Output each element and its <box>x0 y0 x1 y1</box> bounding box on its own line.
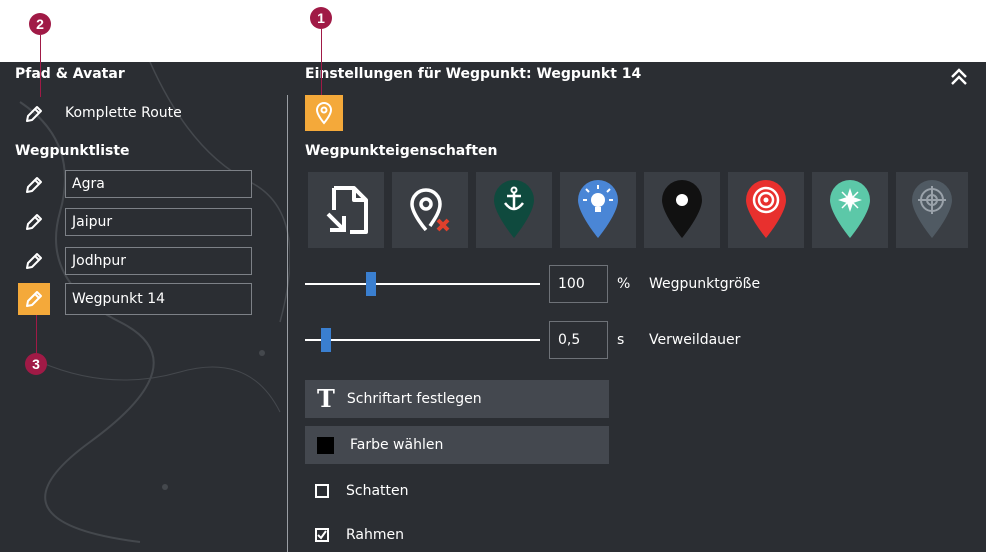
pencil-icon <box>26 291 42 307</box>
annotation-marker-1: 1 <box>310 7 332 29</box>
waypoint-settings-panel: Pfad & Avatar Komplette Route Wegpunktli… <box>0 62 986 552</box>
edit-route-button[interactable] <box>21 101 47 127</box>
dot-marker-button[interactable] <box>644 172 720 248</box>
frame-label: Rahmen <box>346 527 404 543</box>
crosshair-marker-button[interactable] <box>896 172 968 248</box>
dot-pin-icon <box>662 180 702 238</box>
anchor-pin-icon <box>494 180 534 238</box>
duration-slider-track[interactable] <box>305 339 540 341</box>
remove-marker-icon <box>410 188 450 232</box>
target-marker-button[interactable] <box>728 172 804 248</box>
marker-1-line <box>321 29 322 95</box>
set-font-button[interactable]: T Schriftart festlegen <box>305 380 609 418</box>
location-pin-icon <box>315 102 333 125</box>
complete-route-label[interactable]: Komplette Route <box>65 105 182 121</box>
frame-checkbox[interactable] <box>315 528 329 542</box>
remove-marker-button[interactable] <box>392 172 468 248</box>
size-label: Wegpunktgröße <box>649 276 761 292</box>
lightbulb-pin-icon <box>578 180 618 238</box>
compass-pin-icon <box>830 180 870 238</box>
duration-label: Verweildauer <box>649 332 741 348</box>
pencil-icon <box>26 214 42 230</box>
import-marker-button[interactable] <box>308 172 384 248</box>
pencil-icon <box>26 106 42 122</box>
edit-waypoint-agra-button[interactable] <box>21 172 47 198</box>
choose-color-button[interactable]: Farbe wählen <box>305 426 609 464</box>
size-value-field[interactable]: 100 <box>549 265 608 303</box>
path-avatar-title: Pfad & Avatar <box>15 66 125 82</box>
waypoint-list-title: Wegpunktliste <box>15 143 130 159</box>
set-font-label: Schriftart festlegen <box>346 391 482 407</box>
waypoint-name-field[interactable]: Jodhpur <box>65 247 252 275</box>
shadow-label: Schatten <box>346 483 409 499</box>
waypoint-properties-title: Wegpunkteigenschaften <box>305 143 498 159</box>
anchor-marker-button[interactable] <box>476 172 552 248</box>
panel-divider <box>287 95 288 552</box>
edit-waypoint-14-button[interactable] <box>18 283 50 315</box>
duration-value-field[interactable]: 0,5 <box>549 321 608 359</box>
checkmark-icon <box>317 530 327 540</box>
color-swatch <box>317 436 334 454</box>
import-file-icon <box>326 186 368 234</box>
pencil-icon <box>26 253 42 269</box>
shadow-checkbox[interactable] <box>315 484 329 498</box>
target-pin-icon <box>746 180 786 238</box>
size-slider-thumb[interactable] <box>366 272 377 296</box>
crosshair-pin-icon <box>912 180 952 238</box>
waypoint-name-field[interactable]: Jaipur <box>65 208 252 236</box>
waypoint-name-field[interactable]: Wegpunkt 14 <box>65 283 252 315</box>
size-slider-track[interactable] <box>305 283 540 285</box>
size-unit: % <box>617 276 631 292</box>
duration-slider-thumb[interactable] <box>321 328 332 352</box>
marker-2-line <box>40 35 41 97</box>
collapse-button[interactable] <box>947 65 971 89</box>
font-t-icon: T <box>317 384 335 413</box>
annotation-marker-2: 2 <box>29 13 51 35</box>
edit-waypoint-jaipur-button[interactable] <box>21 209 47 235</box>
choose-color-label: Farbe wählen <box>350 437 444 453</box>
lightbulb-marker-button[interactable] <box>560 172 636 248</box>
compass-marker-button[interactable] <box>812 172 888 248</box>
waypoint-marker-preview[interactable] <box>305 95 343 131</box>
double-chevron-up-icon <box>951 68 967 85</box>
waypoint-name-field[interactable]: Agra <box>65 170 252 198</box>
annotation-marker-3: 3 <box>25 353 47 375</box>
waypoint-settings-title: Einstellungen für Wegpunkt: Wegpunkt 14 <box>305 66 642 82</box>
edit-waypoint-jodhpur-button[interactable] <box>21 248 47 274</box>
duration-unit: s <box>617 332 625 348</box>
pencil-icon <box>26 177 42 193</box>
marker-3-line <box>36 315 37 355</box>
